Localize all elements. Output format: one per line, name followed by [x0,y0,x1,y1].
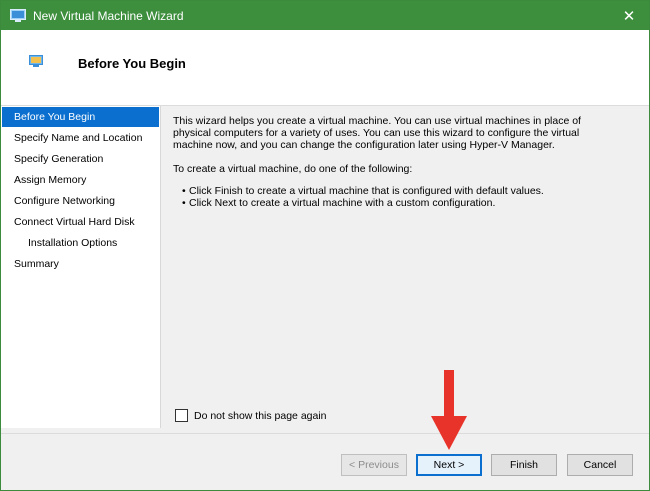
footer-divider [1,433,649,434]
next-button[interactable]: Next > [416,454,482,476]
nav-item-connect-virtual-hard-disk[interactable]: Connect Virtual Hard Disk [2,212,160,232]
cancel-button[interactable]: Cancel [567,454,633,476]
nav-item-summary[interactable]: Summary [2,254,160,274]
nav-item-assign-memory[interactable]: Assign Memory [2,170,160,190]
nav-item-specify-name-and-location[interactable]: Specify Name and Location [2,128,160,148]
page-title: Before You Begin [78,56,186,71]
list-item: Click Finish to create a virtual machine… [173,185,613,197]
page-header: Before You Begin [1,30,649,106]
virtual-machine-icon [29,55,43,67]
previous-button[interactable]: < Previous [341,454,407,476]
page-content: This wizard helps you create a virtual m… [173,115,613,209]
intro-text: This wizard helps you create a virtual m… [173,115,581,151]
nav-item-specify-generation[interactable]: Specify Generation [2,149,160,169]
virtual-machine-icon [10,9,26,22]
finish-button[interactable]: Finish [491,454,557,476]
close-button[interactable]: ✕ [609,1,649,30]
down-arrow-icon [431,370,467,450]
options-list: Click Finish to create a virtual machine… [173,185,613,209]
close-icon: ✕ [622,7,636,25]
nav-item-before-you-begin[interactable]: Before You Begin [2,107,159,127]
wizard-window: New Virtual Machine Wizard ✕ Before You … [0,0,650,491]
wizard-steps-nav: Before You Begin Specify Name and Locati… [1,106,161,428]
window-title: New Virtual Machine Wizard [33,9,184,23]
instruction-text: To create a virtual machine, do one of t… [173,163,413,175]
dont-show-again-checkbox[interactable] [175,409,188,422]
title-bar: New Virtual Machine Wizard ✕ [1,1,649,30]
nav-item-installation-options[interactable]: Installation Options [2,233,160,253]
list-item: Click Next to create a virtual machine w… [173,197,613,209]
dont-show-again-label: Do not show this page again [194,409,327,422]
nav-item-configure-networking[interactable]: Configure Networking [2,191,160,211]
dont-show-again-option[interactable]: Do not show this page again [175,408,327,423]
